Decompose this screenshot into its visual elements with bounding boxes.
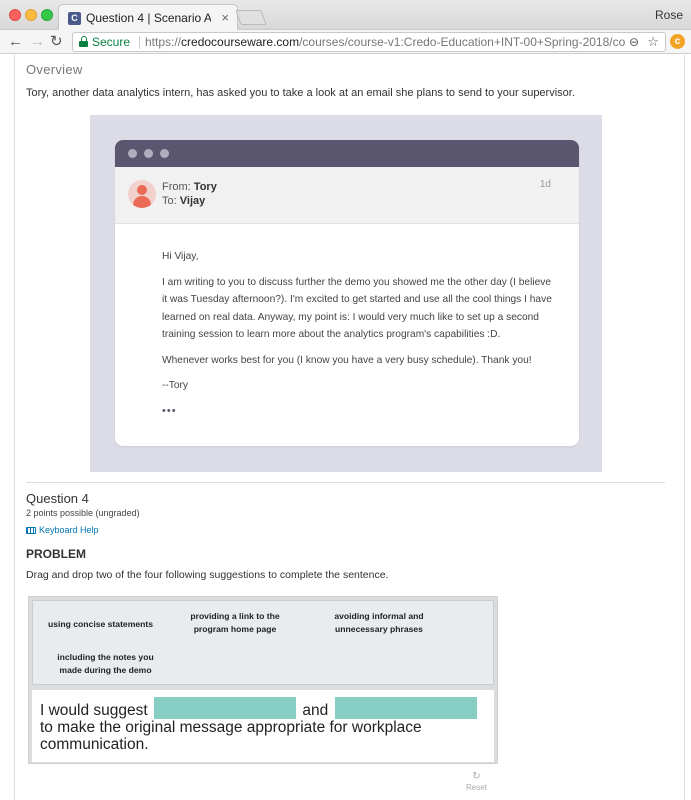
avatar-icon [128, 180, 156, 208]
browser-titlebar: C Question 4 | Scenario Activity × Rose [0, 0, 691, 31]
email-more-icon: ••• [162, 405, 177, 417]
drag-drop-area: using concise statements providing a lin… [28, 596, 498, 764]
address-separator [139, 36, 140, 49]
url-scheme: https:// [145, 35, 182, 49]
url-path: /courses/course-v1:Credo-Education+INT-0… [299, 35, 625, 49]
address-bar[interactable]: Secure https://credocourseware.com/cours… [72, 32, 666, 52]
new-tab-button[interactable] [235, 10, 267, 25]
zoom-icon[interactable]: ⊖ [629, 35, 639, 49]
credo-favicon-icon: C [68, 12, 81, 25]
email-body: Hi Vijay, I am writing to you to discuss… [162, 248, 557, 403]
email-to: To: Vijay [162, 195, 205, 207]
maximize-window-button[interactable] [41, 9, 53, 21]
draggable-option[interactable]: using concise statements [38, 618, 163, 631]
keyboard-icon [26, 527, 36, 535]
to-name: Vijay [179, 195, 206, 207]
email-signature: --Tory [162, 380, 189, 391]
window-dot-icon [144, 149, 153, 158]
page-content: Overview Tory, another data analytics in… [0, 55, 691, 800]
draggable-option[interactable]: avoiding informal and unnecessary phrase… [320, 610, 438, 636]
reset-label: Reset [466, 783, 487, 792]
bookmark-star-icon[interactable]: ☆ [647, 34, 659, 50]
extension-icon[interactable]: c [670, 34, 685, 49]
overview-heading: Overview [26, 62, 83, 77]
from-name: Tory [193, 181, 217, 193]
problem-heading: PROBLEM [26, 547, 86, 561]
window-dot-icon [128, 149, 137, 158]
email-header: From: Tory To: Vijay 1d [115, 167, 579, 224]
drop-zone-1[interactable] [154, 697, 297, 719]
section-divider [26, 482, 665, 483]
reload-icon[interactable]: ↻ [50, 33, 63, 51]
reset-button[interactable]: ↻ Reset [466, 771, 487, 792]
question-title: Question 4 [26, 491, 89, 506]
draggable-option[interactable]: providing a link to the program home pag… [180, 610, 290, 636]
back-arrow-icon[interactable]: ← [8, 33, 23, 51]
email-window-bar [115, 140, 579, 167]
email-paragraph: I am writing to you to discuss further t… [162, 276, 552, 341]
browser-toolbar: ← → ↻ Secure https://credocourseware.com… [0, 30, 691, 54]
email-greeting: Hi Vijay, [162, 251, 199, 262]
forward-arrow-icon[interactable]: → [30, 33, 45, 51]
sentence-part: and [302, 702, 329, 719]
sentence-part: I would suggest [40, 702, 148, 719]
secure-label: Secure [92, 35, 131, 49]
close-window-button[interactable] [9, 9, 21, 21]
from-label: From: [162, 181, 191, 193]
minimize-window-button[interactable] [25, 9, 37, 21]
target-sentence-area: I would suggest and to make the original… [32, 690, 494, 762]
question-points: 2 points possible (ungraded) [26, 508, 140, 518]
overview-intro: Tory, another data analytics intern, has… [26, 87, 575, 99]
email-paragraph: Whenever works best for you (I know you … [162, 354, 532, 366]
tab-close-icon[interactable]: × [221, 10, 229, 25]
tab-title: Question 4 | Scenario Activity [86, 11, 211, 25]
window-dot-icon [160, 149, 169, 158]
keyboard-help-label: Keyboard Help [39, 525, 99, 535]
profile-name[interactable]: Rose [655, 8, 683, 22]
email-time: 1d [539, 179, 551, 190]
browser-tab[interactable]: C Question 4 | Scenario Activity × [58, 4, 238, 31]
draggable-option[interactable]: including the notes you made during the … [53, 651, 158, 677]
keyboard-help-link[interactable]: Keyboard Help [26, 525, 99, 535]
problem-instructions: Drag and drop two of the four following … [26, 569, 389, 581]
options-tray: using concise statements providing a lin… [32, 600, 494, 685]
to-label: To: [162, 195, 177, 207]
target-sentence: I would suggest and to make the original… [40, 697, 490, 753]
drop-zone-2[interactable] [334, 697, 477, 719]
email-from: From: Tory [162, 181, 217, 193]
lock-icon [79, 36, 88, 47]
url-host: credocourseware.com [181, 35, 300, 49]
url-text[interactable]: https://credocourseware.com/courses/cour… [145, 35, 625, 49]
reset-icon: ↻ [472, 771, 481, 782]
sentence-part: to make the original message appropriate… [40, 719, 422, 753]
